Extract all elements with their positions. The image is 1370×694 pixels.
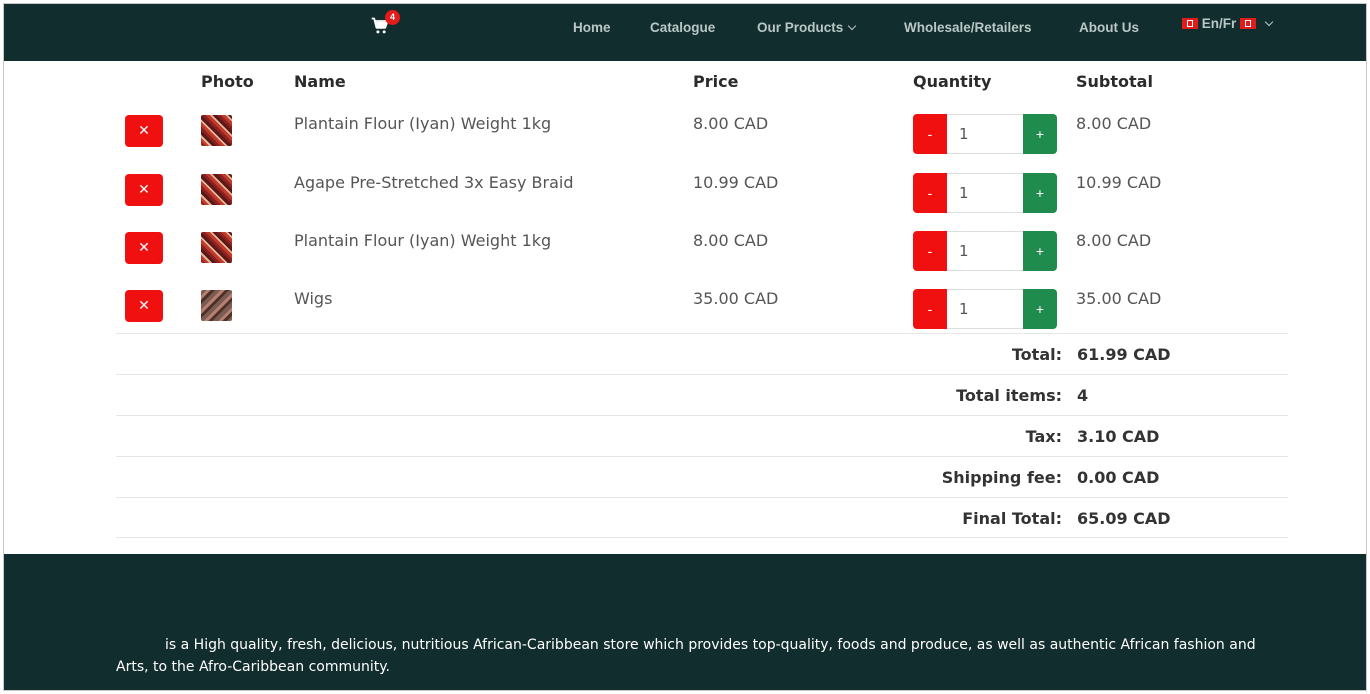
remove-item-button[interactable]: ✕ xyxy=(125,232,163,264)
decrease-quantity-button[interactable]: - xyxy=(913,289,947,329)
product-price: 8.00 CAD xyxy=(693,114,769,133)
summary-final-row: Final Total: 65.09 CAD xyxy=(116,497,1288,538)
product-subtotal: 10.99 CAD xyxy=(1076,173,1162,192)
tax-value: 3.10 CAD xyxy=(1077,427,1160,446)
product-price: 10.99 CAD xyxy=(693,173,779,192)
remove-item-button[interactable]: ✕ xyxy=(125,290,163,322)
shipping-fee-value: 0.00 CAD xyxy=(1077,468,1160,487)
product-thumbnail[interactable] xyxy=(201,232,232,263)
summary-total-row: Total: 61.99 CAD xyxy=(116,333,1288,374)
product-subtotal: 8.00 CAD xyxy=(1076,114,1152,133)
page-frame: 4 Home Catalogue Our Products Wholesale/… xyxy=(3,3,1367,691)
total-items-label: Total items: xyxy=(956,386,1062,405)
nav-our-products[interactable]: Our Products xyxy=(757,20,857,35)
language-switcher[interactable]: En/Fr xyxy=(1182,16,1274,31)
summary-items-row: Total items: 4 xyxy=(116,374,1288,415)
footer: is a High quality, fresh, delicious, nut… xyxy=(4,554,1366,690)
quantity-input[interactable]: 1 xyxy=(947,173,1023,213)
cart-row: ✕ Plantain Flour (Iyan) Weight 1kg 8.00 … xyxy=(4,106,1366,164)
quantity-stepper: - 1 + xyxy=(913,289,1061,329)
product-name: Plantain Flour (Iyan) Weight 1kg xyxy=(294,114,552,133)
header-subtotal: Subtotal xyxy=(1076,72,1153,91)
product-thumbnail[interactable] xyxy=(201,174,232,205)
language-label: En/Fr xyxy=(1201,16,1237,31)
nav-about[interactable]: About Us xyxy=(1079,20,1139,35)
nav-our-products-label: Our Products xyxy=(757,20,844,35)
quantity-input[interactable]: 1 xyxy=(947,231,1023,271)
summary-shipping-row: Shipping fee: 0.00 CAD xyxy=(116,456,1288,497)
total-items-value: 4 xyxy=(1077,386,1089,405)
product-price: 35.00 CAD xyxy=(693,289,779,308)
header-price: Price xyxy=(693,72,739,91)
nav-wholesale[interactable]: Wholesale/Retailers xyxy=(904,20,1032,35)
increase-quantity-button[interactable]: + xyxy=(1023,289,1057,329)
quantity-stepper: - 1 + xyxy=(913,114,1061,154)
canada-flag-icon xyxy=(1240,18,1257,29)
product-thumbnail[interactable] xyxy=(201,115,232,146)
cart-button[interactable]: 4 xyxy=(370,10,400,40)
cart-row: ✕ Agape Pre-Stretched 3x Easy Braid 10.9… xyxy=(4,165,1366,223)
increase-quantity-button[interactable]: + xyxy=(1023,114,1057,154)
quantity-input[interactable]: 1 xyxy=(947,114,1023,154)
product-thumbnail[interactable] xyxy=(201,290,232,321)
cart-count-badge: 4 xyxy=(385,10,400,25)
quantity-input[interactable]: 1 xyxy=(947,289,1023,329)
decrease-quantity-button[interactable]: - xyxy=(913,114,947,154)
footer-description: is a High quality, fresh, delicious, nut… xyxy=(116,637,1256,675)
quantity-stepper: - 1 + xyxy=(913,231,1061,271)
canada-flag-icon xyxy=(1182,18,1198,29)
top-navbar: 4 Home Catalogue Our Products Wholesale/… xyxy=(4,4,1366,61)
header-name: Name xyxy=(294,72,346,91)
product-price: 8.00 CAD xyxy=(693,231,769,250)
tax-label: Tax: xyxy=(1025,427,1062,446)
header-quantity: Quantity xyxy=(913,72,992,91)
chevron-down-icon xyxy=(848,21,857,31)
increase-quantity-button[interactable]: + xyxy=(1023,173,1057,213)
shipping-fee-label: Shipping fee: xyxy=(941,468,1062,487)
final-total-label: Final Total: xyxy=(962,509,1062,528)
chevron-down-icon xyxy=(1264,17,1274,27)
total-value: 61.99 CAD xyxy=(1077,345,1171,364)
decrease-quantity-button[interactable]: - xyxy=(913,231,947,271)
nav-catalogue[interactable]: Catalogue xyxy=(650,20,715,35)
nav-home[interactable]: Home xyxy=(573,20,611,35)
product-name: Agape Pre-Stretched 3x Easy Braid xyxy=(294,173,574,192)
cart-row: ✕ Plantain Flour (Iyan) Weight 1kg 8.00 … xyxy=(4,223,1366,281)
remove-item-button[interactable]: ✕ xyxy=(125,115,163,147)
total-label: Total: xyxy=(1011,345,1062,364)
header-photo: Photo xyxy=(201,72,254,91)
increase-quantity-button[interactable]: + xyxy=(1023,231,1057,271)
final-total-value: 65.09 CAD xyxy=(1077,509,1171,528)
product-name: Wigs xyxy=(294,289,333,308)
quantity-stepper: - 1 + xyxy=(913,173,1061,213)
remove-item-button[interactable]: ✕ xyxy=(125,174,163,206)
decrease-quantity-button[interactable]: - xyxy=(913,173,947,213)
summary-tax-row: Tax: 3.10 CAD xyxy=(116,415,1288,456)
cart-row: ✕ Wigs 35.00 CAD - 1 + 35.00 CAD xyxy=(4,281,1366,339)
product-subtotal: 8.00 CAD xyxy=(1076,231,1152,250)
product-subtotal: 35.00 CAD xyxy=(1076,289,1162,308)
product-name: Plantain Flour (Iyan) Weight 1kg xyxy=(294,231,552,250)
